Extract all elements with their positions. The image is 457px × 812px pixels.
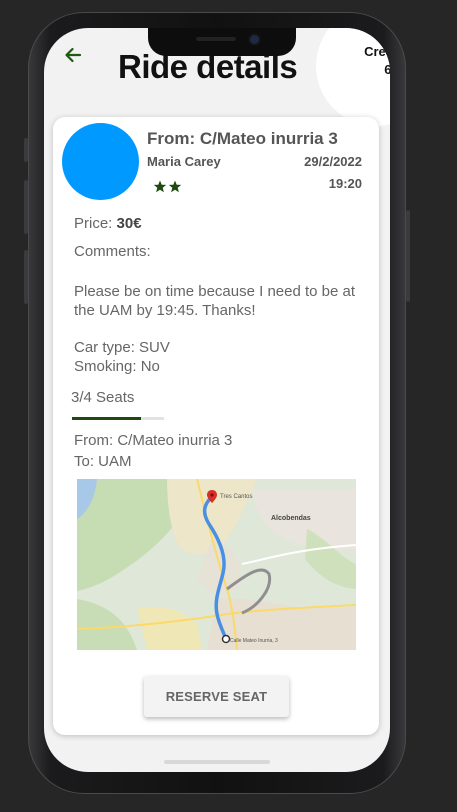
- star-icon: [168, 180, 182, 193]
- phone-volume-up-button: [24, 180, 28, 234]
- car-type: Car type: SUV: [74, 339, 170, 356]
- price-value: 30€: [116, 215, 142, 232]
- ride-comment: Please be on time because I need to be a…: [74, 283, 356, 319]
- front-camera: [250, 35, 259, 44]
- driver-rating: [153, 180, 182, 193]
- phone-power-button: [406, 210, 410, 302]
- credit-value: 66€: [384, 62, 390, 77]
- driver-name: Maria Carey: [147, 154, 221, 169]
- phone-volume-down-button: [24, 250, 28, 304]
- seats-progress-bar: [72, 417, 164, 420]
- home-indicator: [164, 760, 270, 764]
- map-label-origin: Calle Mateo Inurria, 3: [230, 638, 278, 644]
- speaker-grille: [196, 37, 236, 41]
- seats-available: 3/4 Seats: [71, 389, 135, 406]
- star-icon: [153, 180, 167, 193]
- seats-progress-fill: [72, 417, 141, 420]
- route-to: To: UAM: [74, 453, 132, 470]
- device-notch: [148, 28, 296, 56]
- back-arrow-icon[interactable]: [60, 42, 86, 68]
- ride-origin-title: From: C/Mateo inurria 3: [147, 129, 338, 148]
- map-label-alcobendas: Alcobendas: [271, 515, 311, 522]
- credit-badge: Credit: 66€: [316, 28, 390, 126]
- route-map[interactable]: Tres Cantos Alcobendas Calle Mateo Inurr…: [77, 479, 356, 650]
- credit-label: Credit:: [364, 44, 390, 59]
- phone-action-button: [24, 138, 28, 162]
- ride-card: From: C/Mateo inurria 3 Maria Carey 29/2…: [53, 117, 379, 735]
- price-label: Price:: [74, 215, 113, 232]
- driver-avatar: [62, 123, 139, 200]
- price-row: Price: 30€: [74, 214, 142, 233]
- app-screen: Ride details Credit: 66€ From: C/Mateo i…: [44, 28, 390, 772]
- map-label-tres-cantos: Tres Cantos: [220, 494, 252, 500]
- reserve-seat-button[interactable]: RESERVE SEAT: [144, 676, 289, 717]
- ride-time: 19:20: [328, 176, 362, 191]
- route-from: From: C/Mateo inurria 3: [74, 432, 233, 449]
- ride-date: 29/2/2022: [304, 154, 362, 169]
- comments-label: Comments:: [74, 243, 151, 260]
- smoking-policy: Smoking: No: [74, 358, 160, 375]
